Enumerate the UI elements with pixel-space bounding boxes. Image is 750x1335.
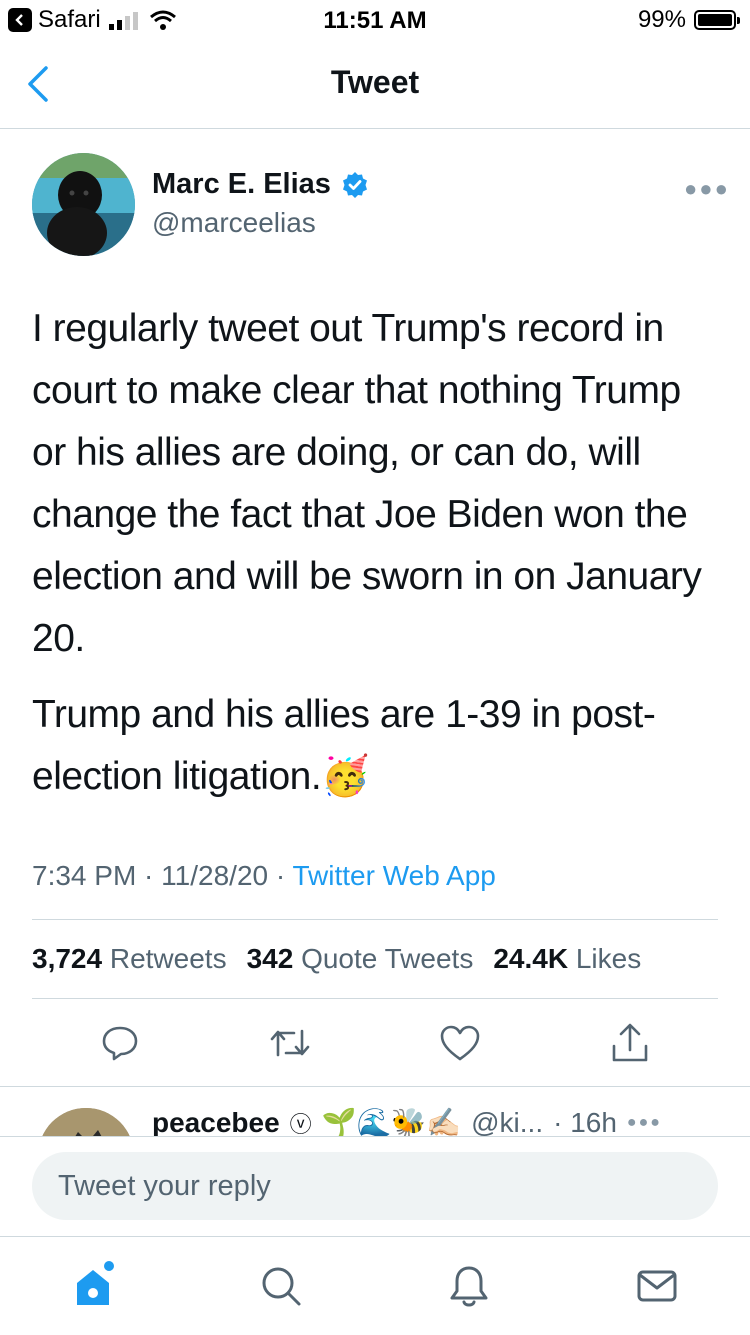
tweet-actions	[32, 1018, 718, 1068]
reply-handle: @ki...	[471, 1106, 544, 1138]
likes-count: 24.4K	[493, 943, 569, 974]
reply-icon	[102, 1026, 138, 1061]
tweet-stats: 3,724 Retweets 342 Quote Tweets 24.4K Li…	[32, 943, 641, 975]
author-name: Marc E. Elias	[152, 168, 331, 200]
battery-icon	[694, 10, 740, 30]
home-icon	[77, 1261, 114, 1305]
retweets-stat[interactable]: 3,724 Retweets	[32, 943, 227, 975]
reply-author-name: peacebee	[152, 1106, 280, 1138]
tab-search[interactable]	[256, 1261, 306, 1311]
verified-circle-icon: ⓥ	[289, 1111, 312, 1137]
retweet-button[interactable]	[265, 1018, 315, 1068]
reply-button[interactable]	[95, 1018, 145, 1068]
like-button[interactable]	[435, 1018, 485, 1068]
tweet-body: I regularly tweet out Trump's record in …	[32, 298, 722, 822]
retweets-label: Retweets	[109, 943, 227, 974]
share-icon	[612, 1023, 648, 1062]
search-icon	[262, 1267, 301, 1306]
quote-tweets-stat[interactable]: 342 Quote Tweets	[247, 943, 474, 975]
reply-input-placeholder: Tweet your reply	[58, 1170, 271, 1202]
author-handle[interactable]: @marceelias	[152, 207, 316, 239]
battery-percent: 99%	[637, 6, 686, 33]
tweet-paragraph: I regularly tweet out Trump's record in …	[32, 307, 702, 660]
tweet-meta: 7:34 PM · 11/28/20 · Twitter Web App	[32, 860, 496, 891]
tab-notifications[interactable]	[444, 1261, 494, 1311]
reply-more-icon[interactable]: ●●●	[627, 1114, 662, 1132]
likes-label: Likes	[575, 943, 642, 974]
like-icon	[440, 1025, 480, 1061]
bottom-tab-bar	[0, 1236, 750, 1335]
likes-stat[interactable]: 24.4K Likes	[493, 943, 641, 975]
tab-messages[interactable]	[632, 1261, 682, 1311]
tab-home[interactable]	[70, 1261, 120, 1311]
reply-emojis: 🌱🌊🐝✍🏻	[321, 1107, 462, 1138]
reply-input[interactable]: Tweet your reply	[32, 1152, 718, 1220]
retweet-icon	[270, 1029, 310, 1057]
more-button[interactable]: ●●●	[684, 176, 730, 202]
status-bar: Safari 11:51 AM 99%	[0, 0, 750, 40]
header-divider	[0, 128, 750, 129]
tweet-date: 11/28/20	[161, 860, 269, 891]
tweet-time: 7:34 PM	[32, 860, 137, 891]
actions-divider	[0, 1086, 750, 1087]
reply-time: · 16h	[553, 1106, 617, 1138]
author-avatar[interactable]	[32, 153, 135, 256]
share-button[interactable]	[605, 1018, 655, 1068]
quote-tweets-label: Quote Tweets	[301, 943, 474, 974]
battery-status: 99%	[637, 6, 740, 34]
quote-tweets-count: 342	[246, 943, 294, 974]
verified-badge-icon	[342, 171, 367, 198]
tweet-source[interactable]: Twitter Web App	[292, 860, 495, 891]
tweet-paragraph: Trump and his allies are 1-39 in post-el…	[32, 684, 722, 808]
reply-header[interactable]: peacebee ⓥ 🌱🌊🐝✍🏻 @ki... · 16h ●●●	[152, 1106, 662, 1139]
meta-divider	[32, 919, 718, 920]
more-icon: ●●●	[684, 176, 730, 201]
author-name-row[interactable]: Marc E. Elias	[152, 168, 369, 201]
page-title: Tweet	[330, 64, 420, 100]
notifications-icon	[450, 1266, 488, 1307]
stats-divider	[32, 998, 718, 999]
messages-icon	[637, 1270, 677, 1302]
retweets-count: 3,724	[32, 943, 103, 974]
party-emoji: 🥳	[321, 755, 370, 798]
